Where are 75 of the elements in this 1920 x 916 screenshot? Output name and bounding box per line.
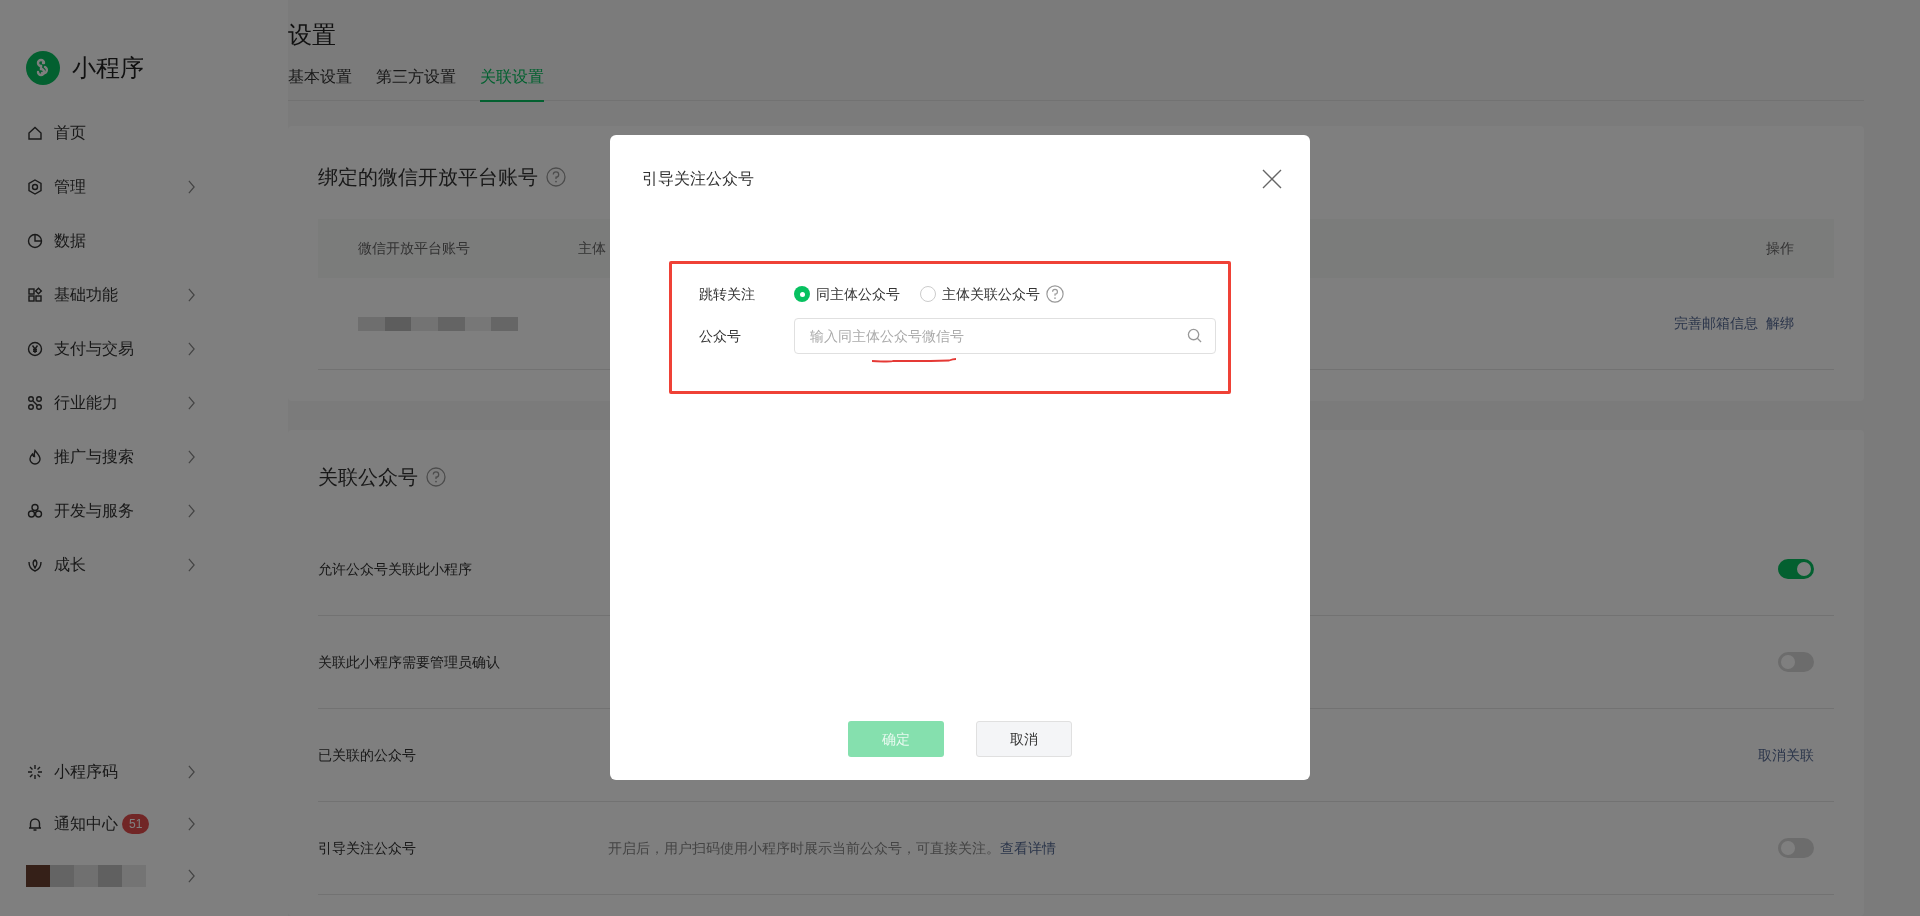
sidebar-item[interactable]: 数据 xyxy=(26,214,196,268)
tab[interactable]: 基本设置 xyxy=(288,65,352,102)
pie-chart-icon xyxy=(26,232,44,250)
sidebar-item[interactable]: 基础功能 xyxy=(26,268,196,322)
search-icon[interactable] xyxy=(1187,328,1202,343)
action-link[interactable]: 完善邮箱信息 xyxy=(1674,313,1758,334)
sidebar-label: 行业能力 xyxy=(54,393,118,413)
sidebar-label: 基础功能 xyxy=(54,285,118,305)
help-icon[interactable] xyxy=(426,467,446,487)
setting-description: 开启后，用户扫码使用小程序时展示当前公众号，可直接关注。查看详情 xyxy=(608,838,1056,858)
sidebar-label: 推广与搜索 xyxy=(54,447,134,467)
setting-label: 允许公众号关联此小程序 xyxy=(318,559,473,579)
tab[interactable]: 第三方设置 xyxy=(376,65,456,102)
sidebar-label: 小程序码 xyxy=(54,762,118,782)
circles-icon xyxy=(26,502,44,520)
chevron-right-icon xyxy=(187,869,196,883)
sidebar-label: 成长 xyxy=(54,555,86,575)
setting-label: 关联此小程序需要管理员确认 xyxy=(318,652,501,672)
column-header: 微信开放平台账号 xyxy=(358,239,471,258)
chevron-right-icon xyxy=(187,288,196,302)
nodes-icon xyxy=(26,394,44,412)
sidebar-item[interactable]: 推广与搜索 xyxy=(26,430,196,484)
sidebar-item[interactable]: 小程序码 xyxy=(26,746,196,798)
chevron-right-icon xyxy=(187,396,196,410)
yen-icon xyxy=(26,340,44,358)
sidebar-item[interactable]: 通知中心 51 xyxy=(26,798,196,850)
chevron-right-icon xyxy=(187,180,196,194)
count-badge: 51 xyxy=(122,814,150,834)
bell-icon xyxy=(26,815,44,833)
flame-icon xyxy=(26,448,44,466)
card-title: 关联公众号 xyxy=(318,465,418,490)
radio-option[interactable]: 同主体公众号 xyxy=(794,283,900,305)
unlink-link[interactable]: 取消关联 xyxy=(1758,744,1814,766)
sidebar-label: 首页 xyxy=(54,123,86,143)
grid-icon xyxy=(26,286,44,304)
field-label: 公众号 xyxy=(699,326,742,346)
sidebar-item[interactable]: 开发与服务 xyxy=(26,484,196,538)
home-icon xyxy=(26,124,44,142)
radio-option[interactable]: 主体关联公众号 xyxy=(920,283,1040,305)
details-link[interactable]: 查看详情 xyxy=(1000,839,1056,856)
chevron-right-icon xyxy=(187,765,196,779)
cancel-button[interactable]: 取消 xyxy=(976,721,1072,757)
sidebar-item[interactable]: 行业能力 xyxy=(26,376,196,430)
sidebar-item[interactable]: 首页 xyxy=(26,106,196,160)
help-icon[interactable] xyxy=(1046,285,1064,303)
sidebar-item[interactable]: 成长 xyxy=(26,538,196,592)
search-field[interactable]: 输入同主体公众号微信号 xyxy=(794,318,1216,354)
action-link[interactable]: 解绑 xyxy=(1766,313,1794,334)
column-header: 主体 xyxy=(578,239,606,258)
sidebar-label: 支付与交易 xyxy=(54,339,134,359)
hexagon-icon xyxy=(26,178,44,196)
sidebar-label: 开发与服务 xyxy=(54,501,134,521)
toggle-switch[interactable] xyxy=(1778,559,1814,579)
sidebar-label: 通知中心 xyxy=(54,814,118,834)
column-header: 操作 xyxy=(1766,239,1794,258)
chevron-right-icon xyxy=(187,558,196,572)
field-label: 跳转关注 xyxy=(699,284,756,304)
sidebar-item[interactable]: 管理 xyxy=(26,160,196,214)
chevron-right-icon xyxy=(187,450,196,464)
logo-icon xyxy=(26,51,60,85)
setting-label: 已关联的公众号 xyxy=(318,745,417,765)
card-title: 绑定的微信开放平台账号 xyxy=(318,165,538,190)
app-name: 小程序 xyxy=(72,53,144,83)
sidebar-item[interactable]: 支付与交易 xyxy=(26,322,196,376)
sidebar-label: 数据 xyxy=(54,231,86,251)
dialog-title: 引导关注公众号 xyxy=(642,169,754,189)
chevron-right-icon xyxy=(187,342,196,356)
chevron-right-icon xyxy=(187,504,196,518)
chevron-right-icon xyxy=(187,817,196,831)
setting-label: 引导关注公众号 xyxy=(318,838,417,858)
close-icon[interactable] xyxy=(1262,169,1282,189)
page-title: 设置 xyxy=(288,20,337,50)
help-icon[interactable] xyxy=(546,167,566,187)
sparkle-icon xyxy=(26,763,44,781)
sidebar-label: 管理 xyxy=(54,177,86,197)
